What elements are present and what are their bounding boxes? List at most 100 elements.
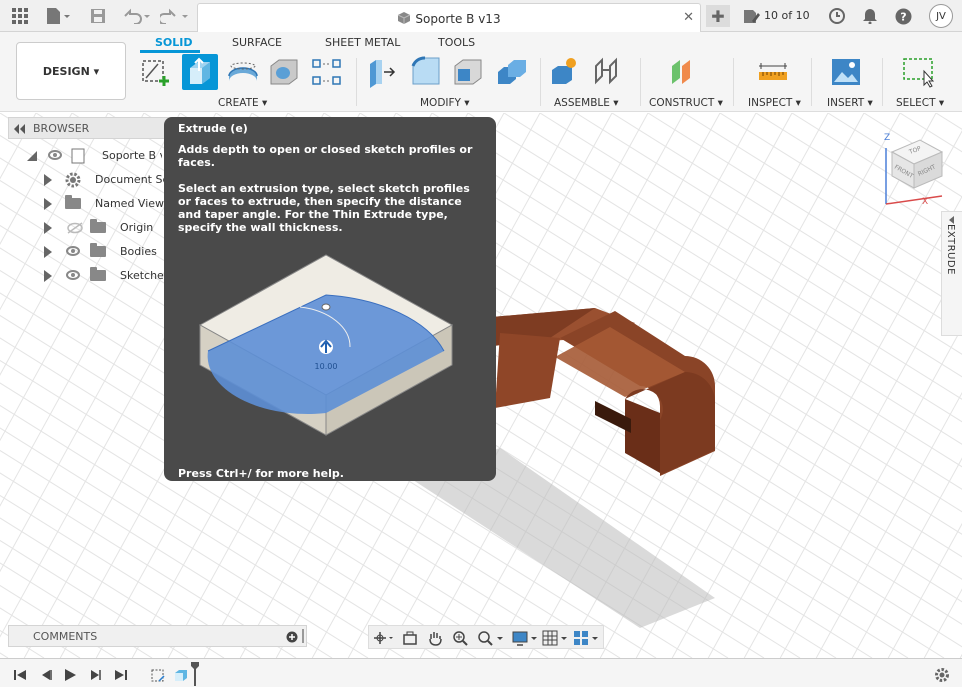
hidden-eye-icon[interactable] (66, 221, 84, 235)
pan-hand-icon[interactable] (426, 629, 444, 647)
component-cube-icon (398, 12, 411, 24)
save-icon[interactable] (88, 6, 108, 26)
toolbar-separator (356, 58, 357, 106)
create-group-label[interactable]: CREATE ▾ (218, 97, 267, 109)
visibility-eye-icon[interactable] (66, 246, 80, 256)
assemble-group-label[interactable]: ASSEMBLE ▾ (554, 97, 619, 109)
file-menu-icon[interactable] (44, 6, 72, 26)
toolbar-separator (540, 58, 541, 106)
comments-panel[interactable]: COMMENTS (8, 625, 307, 647)
collapse-double-arrow-icon[interactable] (14, 124, 26, 134)
toolbar-separator (640, 58, 641, 106)
timeline-extrude-feature-icon[interactable] (173, 667, 189, 683)
press-pull-tool[interactable] (366, 56, 398, 88)
ribbon-toolbar: DESIGN ▾ SOLID SURFACE SHEET METAL TOOLS… (0, 32, 962, 112)
hole-tool[interactable] (268, 56, 300, 88)
combine-tool[interactable] (496, 56, 528, 88)
browser-item-label: Bodies (120, 245, 157, 258)
document-icon (71, 148, 85, 164)
toolbar-separator (811, 58, 812, 106)
viewports-icon[interactable] (573, 629, 601, 647)
pattern-tool[interactable] (311, 56, 343, 88)
measure-tool[interactable] (757, 56, 789, 88)
expand-triangle-icon[interactable] (44, 270, 52, 282)
tab-tools[interactable]: TOOLS (438, 36, 475, 49)
wooden-body[interactable] (480, 308, 715, 476)
step-back-icon[interactable] (38, 667, 54, 683)
zoom-window-icon[interactable] (477, 629, 505, 647)
expanded-triangle-icon[interactable] (26, 150, 38, 162)
comments-label: COMMENTS (33, 630, 98, 643)
svg-text:?: ? (900, 10, 906, 23)
joint-tool[interactable] (592, 56, 624, 88)
go-to-start-icon[interactable] (12, 667, 28, 683)
user-avatar[interactable]: JV (929, 4, 953, 28)
inspect-group-label[interactable]: INSPECT ▾ (748, 97, 801, 109)
extrude-illustration: 10.00 (198, 254, 454, 436)
display-settings-icon[interactable] (512, 629, 540, 647)
extrude-tooltip: Extrude (e) Adds depth to open or closed… (164, 117, 496, 481)
expand-triangle-icon[interactable] (44, 198, 52, 210)
zoom-icon[interactable] (451, 629, 469, 647)
close-tab-icon[interactable]: ✕ (683, 10, 694, 25)
go-to-end-icon[interactable] (113, 667, 129, 683)
offset-plane-tool[interactable] (668, 56, 700, 88)
document-tab[interactable]: Soporte B v13 ✕ (197, 3, 701, 32)
new-component-tool[interactable] (548, 56, 580, 88)
select-group-label[interactable]: SELECT ▾ (896, 97, 944, 109)
tab-surface[interactable]: SURFACE (232, 36, 282, 49)
visibility-eye-icon[interactable] (66, 270, 80, 280)
insert-canvas-tool[interactable] (830, 56, 862, 88)
folder-icon (90, 243, 106, 257)
play-icon[interactable] (62, 667, 78, 683)
toolbar-separator (882, 58, 883, 106)
extrude-tool[interactable] (182, 54, 218, 90)
app-title-bar: Soporte B v13 ✕ ✚ 10 of 10 ? JV (0, 0, 962, 32)
extrude-panel-label: EXTRUDE (945, 224, 956, 275)
orbit-icon[interactable] (371, 629, 395, 647)
shell-tool[interactable] (452, 56, 484, 88)
tooltip-dimension-value: 10.00 (315, 362, 338, 371)
notifications-bell-icon[interactable] (860, 6, 880, 26)
redo-icon[interactable] (160, 6, 190, 26)
folder-icon (65, 195, 81, 209)
tab-sheet-metal[interactable]: SHEET METAL (325, 36, 400, 49)
expand-triangle-icon[interactable] (44, 246, 52, 258)
new-tab-button[interactable]: ✚ (706, 5, 730, 27)
timeline-settings-gear-icon[interactable] (934, 667, 950, 683)
look-at-icon[interactable] (401, 629, 419, 647)
modify-group-label[interactable]: MODIFY ▾ (420, 97, 470, 109)
create-sketch-tool[interactable] (140, 56, 172, 88)
extrude-side-panel[interactable]: EXTRUDE (941, 211, 962, 336)
timeline-sketch-feature-icon[interactable] (150, 667, 166, 683)
panel-resize-handle[interactable] (302, 629, 304, 643)
expand-triangle-icon[interactable] (44, 222, 52, 234)
timeline-marker[interactable] (191, 662, 199, 686)
insert-group-label[interactable]: INSERT ▾ (827, 97, 873, 109)
browser-item-label: Named Views (95, 197, 165, 210)
revolve-tool[interactable] (226, 56, 258, 88)
job-status-clock-icon[interactable] (827, 6, 847, 26)
apps-grid-icon[interactable] (10, 6, 30, 26)
tooltip-title: Extrude (e) (178, 122, 248, 135)
version-count[interactable]: 10 of 10 (764, 9, 810, 22)
workspace-switcher-button[interactable]: DESIGN ▾ (16, 42, 126, 100)
add-comment-icon[interactable] (286, 631, 298, 643)
folder-icon (90, 219, 106, 233)
fillet-tool[interactable] (410, 56, 442, 88)
browser-root-label: Soporte B v (102, 149, 162, 162)
visibility-eye-icon[interactable] (48, 150, 62, 160)
window-select-tool[interactable] (902, 56, 934, 88)
version-history-icon[interactable] (742, 6, 762, 26)
construct-group-label[interactable]: CONSTRUCT ▾ (649, 97, 723, 109)
expand-triangle-icon[interactable] (44, 174, 52, 186)
grid-settings-icon[interactable] (542, 629, 570, 647)
help-icon[interactable]: ? (893, 6, 913, 26)
undo-icon[interactable] (122, 6, 152, 26)
step-forward-icon[interactable] (87, 667, 103, 683)
tab-solid[interactable]: SOLID (155, 36, 193, 49)
navigation-toolbar (368, 625, 604, 649)
view-cube[interactable]: Z X TOP FRONT RIGHT (880, 128, 960, 211)
gear-icon (65, 172, 81, 188)
tooltip-help-hint: Press Ctrl+/ for more help. (178, 467, 344, 480)
